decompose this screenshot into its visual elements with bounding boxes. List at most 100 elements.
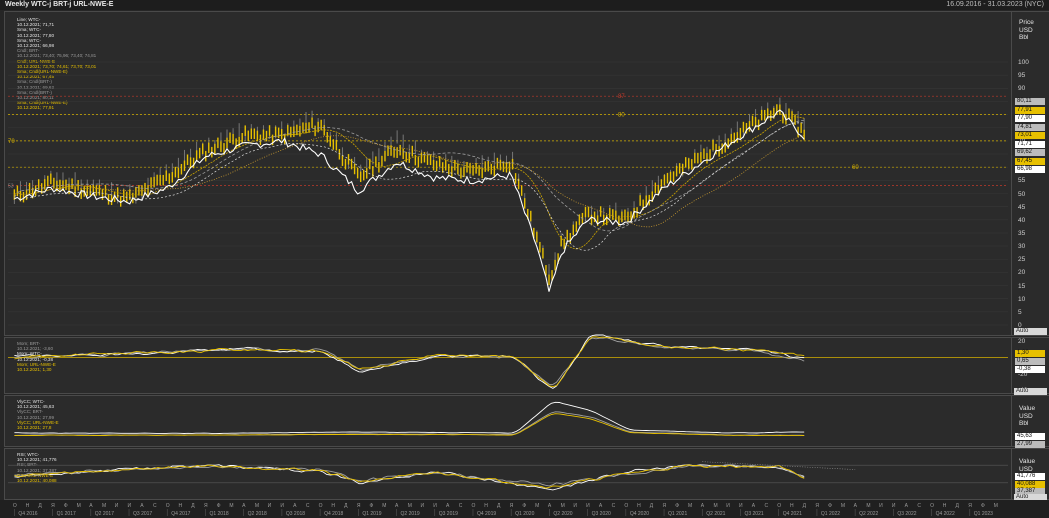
quarter-tick-label: Q4 2022 <box>936 511 955 517</box>
month-tick-label: О <box>13 503 17 509</box>
month-tick-label: С <box>612 503 616 509</box>
month-tick-label: А <box>548 503 552 509</box>
quarter-tick-label: Q1 2018 <box>209 511 228 517</box>
quarter-tick-label: Q4 2019 <box>477 511 496 517</box>
month-tick-label: А <box>701 503 705 509</box>
month-tick-label: М <box>77 503 81 509</box>
quarter-tick-label: Q4 2020 <box>630 511 649 517</box>
month-tick-label: А <box>854 503 858 509</box>
month-tick-label: И <box>128 503 132 509</box>
month-tick-label: Д <box>344 503 348 509</box>
month-tick-label: О <box>624 503 628 509</box>
sma-brt-line <box>14 119 805 232</box>
month-tick-label: М <box>408 503 412 509</box>
month-tick-label: М <box>229 503 233 509</box>
month-tick-label: Н <box>26 503 30 509</box>
month-tick-label: И <box>573 503 577 509</box>
month-tick-label: Ф <box>522 503 526 509</box>
sma-url-line <box>14 116 805 250</box>
month-tick-label: Ф <box>217 503 221 509</box>
month-tick-label: И <box>421 503 425 509</box>
month-tick-label: И <box>115 503 119 509</box>
month-tick-label: И <box>586 503 590 509</box>
month-tick-label: Н <box>331 503 335 509</box>
month-tick-label: М <box>382 503 386 509</box>
month-tick-label: А <box>446 503 450 509</box>
chart-canvas: 87 80 60 70 53 О Н Д Я Ф М А М И И А С О Н Д Я Ф М А М И И А С О Н Д Я Ф М… <box>8 61 1008 517</box>
month-tick-label: А <box>140 503 144 509</box>
quarter-tick-label: Q2 2017 <box>95 511 114 517</box>
month-tick-label: Д <box>803 503 807 509</box>
month-tick-label: Ф <box>981 503 985 509</box>
quarter-tick-label: Q2 2022 <box>859 511 878 517</box>
month-tick-label: М <box>841 503 845 509</box>
quarter-tick-label: Q3 2017 <box>133 511 152 517</box>
quarter-tick-label: Q2 2021 <box>706 511 725 517</box>
month-tick-label: М <box>994 503 998 509</box>
reference-level-label: 70 <box>8 139 15 145</box>
month-tick-label: Д <box>38 503 42 509</box>
month-tick-label: А <box>752 503 756 509</box>
month-tick-label: Д <box>650 503 654 509</box>
month-tick-label: А <box>242 503 246 509</box>
month-tick-label: Ф <box>828 503 832 509</box>
month-tick-label: О <box>471 503 475 509</box>
month-tick-label: Н <box>178 503 182 509</box>
month-tick-label: С <box>153 503 157 509</box>
month-tick-label: С <box>917 503 921 509</box>
month-tick-label: О <box>166 503 170 509</box>
month-tick-label: И <box>739 503 743 509</box>
quarter-tick-label: Q2 2018 <box>248 511 267 517</box>
quarter-tick-label: Q4 2021 <box>783 511 802 517</box>
month-tick-label: Н <box>484 503 488 509</box>
quarter-tick-label: Q1 2022 <box>821 511 840 517</box>
month-tick-label: Н <box>943 503 947 509</box>
quarter-tick-label: Q1 2021 <box>668 511 687 517</box>
reference-level-label: 53 <box>8 184 14 190</box>
mom-series-line <box>14 334 805 389</box>
quarter-tick-label: Q3 2019 <box>439 511 458 517</box>
quarter-tick-label: Q3 2021 <box>744 511 763 517</box>
month-tick-label: Я <box>968 503 972 509</box>
month-tick-label: Я <box>51 503 55 509</box>
month-tick-label: И <box>433 503 437 509</box>
vlty-series-line <box>14 401 805 435</box>
month-tick-label: М <box>714 503 718 509</box>
quarter-tick-label: Q2 2019 <box>401 511 420 517</box>
reference-level-label: 80 <box>618 113 625 119</box>
month-tick-label: М <box>866 503 870 509</box>
month-tick-label: А <box>599 503 603 509</box>
month-tick-label: А <box>293 503 297 509</box>
month-tick-label: Я <box>663 503 667 509</box>
month-tick-label: М <box>255 503 259 509</box>
reference-level-label: 87 <box>618 94 625 100</box>
month-tick-label: С <box>459 503 463 509</box>
month-tick-label: О <box>319 503 323 509</box>
month-tick-label: И <box>280 503 284 509</box>
month-tick-label: О <box>930 503 934 509</box>
month-tick-label: Н <box>637 503 641 509</box>
quarter-tick-label: Q1 2023 <box>974 511 993 517</box>
month-tick-label: Д <box>191 503 195 509</box>
month-tick-label: Ф <box>64 503 68 509</box>
month-tick-label: А <box>395 503 399 509</box>
month-tick-label: О <box>777 503 781 509</box>
month-tick-label: Н <box>790 503 794 509</box>
month-tick-label: Я <box>204 503 208 509</box>
quarter-tick-label: Q4 2016 <box>18 511 37 517</box>
month-tick-label: И <box>726 503 730 509</box>
month-tick-label: Ф <box>675 503 679 509</box>
month-tick-label: А <box>905 503 909 509</box>
month-tick-label: А <box>89 503 93 509</box>
month-tick-label: И <box>892 503 896 509</box>
quarter-tick-label: Q4 2017 <box>171 511 190 517</box>
month-tick-label: Я <box>510 503 514 509</box>
month-tick-label: Ф <box>370 503 374 509</box>
month-tick-label: Я <box>815 503 819 509</box>
month-tick-label: М <box>102 503 106 509</box>
month-tick-label: М <box>688 503 692 509</box>
month-tick-label: И <box>879 503 883 509</box>
quarter-tick-label: Q3 2020 <box>592 511 611 517</box>
month-tick-label: Д <box>956 503 960 509</box>
reference-level-label: 60 <box>852 165 859 171</box>
